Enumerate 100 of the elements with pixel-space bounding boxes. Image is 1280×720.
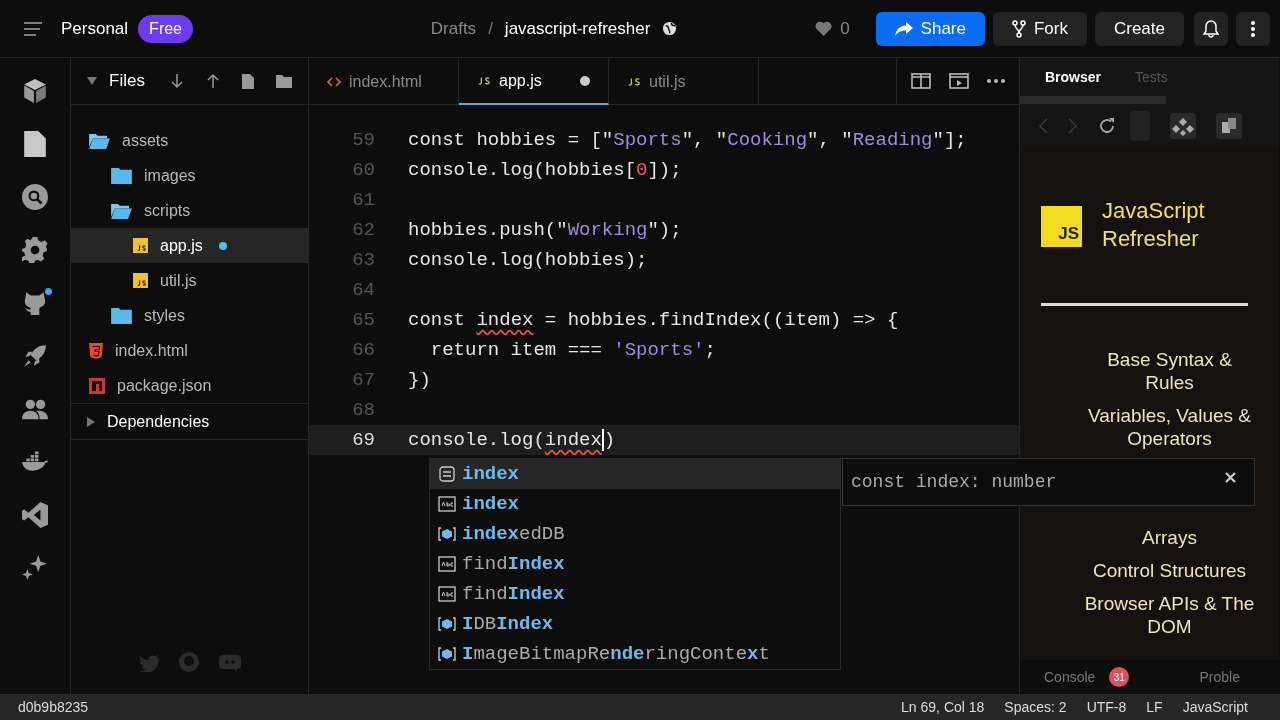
fork-button[interactable]: Fork: [992, 11, 1087, 46]
workspace-name[interactable]: Personal: [61, 15, 129, 42]
gear-icon[interactable]: [22, 237, 48, 263]
js-file-icon: [133, 273, 148, 288]
arrow-icon: [894, 21, 913, 36]
bell-icon: [1203, 19, 1219, 38]
line-number: 67: [351, 367, 375, 393]
js-icon: [627, 76, 641, 87]
editor-tab[interactable]: index.html: [309, 58, 459, 105]
file-tree-item[interactable]: assets: [71, 123, 308, 158]
code-editor-icon[interactable]: [22, 502, 48, 528]
expand-caret-icon[interactable]: [87, 416, 95, 427]
text-icon: [438, 586, 456, 602]
suggestion-item[interactable]: ImageBitmapRenderingContext: [430, 639, 840, 669]
more-button[interactable]: [1236, 11, 1270, 46]
nav-link[interactable]: Base Syntax & Rules: [1084, 348, 1255, 394]
type-signature: const index: number: [851, 470, 1058, 494]
new-folder-icon[interactable]: [276, 74, 292, 88]
suggestion-item[interactable]: index: [430, 489, 840, 519]
cat-icon[interactable]: [22, 290, 48, 316]
close-icon[interactable]: [1225, 471, 1236, 483]
code-line: console.log(hobbies);: [408, 247, 648, 273]
heart-icon[interactable]: [815, 21, 833, 36]
js-icon: [477, 75, 491, 86]
nav-link[interactable]: Arrays: [1084, 526, 1255, 549]
create-button[interactable]: Create: [1094, 11, 1184, 46]
variable-icon: [438, 616, 456, 632]
file-tree-item[interactable]: index.html: [71, 333, 308, 368]
file-icon[interactable]: [22, 131, 48, 157]
line-number: 62: [351, 217, 375, 243]
code-line: const index = hobbies.findIndex((item) => {: [408, 307, 899, 333]
cube-icon[interactable]: [22, 78, 48, 104]
code-line: console.log(hobbies[0]);: [408, 157, 682, 183]
line-number: 63: [351, 247, 375, 273]
more-icon[interactable]: [987, 79, 1005, 83]
status-item[interactable]: JavaScript: [1182, 696, 1248, 718]
file-tree-item[interactable]: package.json: [71, 368, 308, 403]
share-button[interactable]: Share: [875, 11, 985, 46]
line-number: 68: [351, 397, 375, 423]
code-line: hobbies.push("Working");: [408, 217, 682, 243]
menu-icon[interactable]: [23, 21, 43, 36]
status-item[interactable]: LF: [1146, 696, 1163, 718]
preview-tab[interactable]: Browser: [1045, 66, 1102, 88]
suggestion-item[interactable]: findIndex: [430, 579, 840, 609]
fork-icon: [1011, 19, 1026, 38]
console-tab[interactable]: Console: [1044, 666, 1096, 688]
preview-icon[interactable]: [949, 73, 969, 89]
file-tree-item[interactable]: util.js: [71, 263, 308, 298]
nav-link[interactable]: Control Structures: [1084, 559, 1255, 582]
nav-link[interactable]: Browser APIs & The DOM: [1084, 592, 1255, 638]
file-tree-item[interactable]: app.js: [71, 228, 308, 263]
like-count: 0: [840, 17, 850, 40]
list-icon: [438, 466, 456, 482]
sparkle-icon[interactable]: [22, 555, 48, 581]
notifications-button[interactable]: [1194, 11, 1228, 46]
new-file-icon[interactable]: [242, 73, 254, 89]
problems-tab[interactable]: Proble: [1199, 666, 1255, 688]
search-icon[interactable]: [22, 184, 48, 210]
code-brackets-icon: [327, 76, 341, 87]
suggestion-item[interactable]: IDBIndex: [430, 609, 840, 639]
breadcrumb-item[interactable]: Drafts: [430, 15, 477, 42]
page-title: JavaScript Refresher: [1102, 197, 1206, 253]
devtools-icon[interactable]: [1170, 113, 1196, 139]
breadcrumb-item[interactable]: javascript-refresher: [504, 15, 651, 42]
refresh-icon[interactable]: [1098, 117, 1116, 135]
collapse-icon[interactable]: [87, 77, 97, 85]
editor-tab[interactable]: util.js: [609, 58, 759, 105]
code-line: console.log(index): [408, 427, 616, 453]
commit-hash: d0b9b8235: [18, 697, 89, 717]
line-number: 65: [351, 307, 375, 333]
variable-icon: [438, 646, 456, 662]
suggestion-item[interactable]: index: [430, 459, 840, 489]
js-file-icon: [133, 238, 148, 253]
line-number: 61: [351, 187, 375, 213]
code-line: const hobbies = ["Sports", "Cooking", "Reading"];: [408, 127, 967, 153]
section-title[interactable]: Dependencies: [107, 409, 210, 434]
file-tree-item[interactable]: images: [71, 158, 308, 193]
status-item[interactable]: Ln 69, Col 18: [901, 696, 985, 718]
line-number: 64: [351, 277, 375, 303]
nav-link[interactable]: Variables, Values & Operators: [1084, 404, 1255, 450]
line-number: 59: [351, 127, 375, 153]
line-number: 69: [351, 427, 375, 453]
status-item[interactable]: UTF-8: [1086, 696, 1127, 718]
file-tree-item[interactable]: scripts: [71, 193, 308, 228]
suggestion-item[interactable]: findIndex: [430, 549, 840, 579]
line-number: 66: [351, 337, 375, 363]
line-number: 60: [351, 157, 375, 183]
upload-icon[interactable]: [206, 73, 220, 89]
status-item[interactable]: Spaces: 2: [1004, 696, 1067, 718]
code-line: }): [408, 367, 431, 393]
plan-badge: Free: [138, 14, 193, 43]
variable-icon: [438, 526, 456, 542]
file-tree-item[interactable]: styles: [71, 298, 308, 333]
editor-tab[interactable]: app.js: [459, 58, 609, 105]
rocket-icon[interactable]: [22, 343, 48, 369]
suggestion-item[interactable]: indexedDB: [430, 519, 840, 549]
copy-icon[interactable]: [1216, 113, 1242, 139]
split-view-icon[interactable]: [911, 73, 931, 89]
package-icon: [89, 377, 105, 394]
download-icon[interactable]: [170, 73, 184, 89]
